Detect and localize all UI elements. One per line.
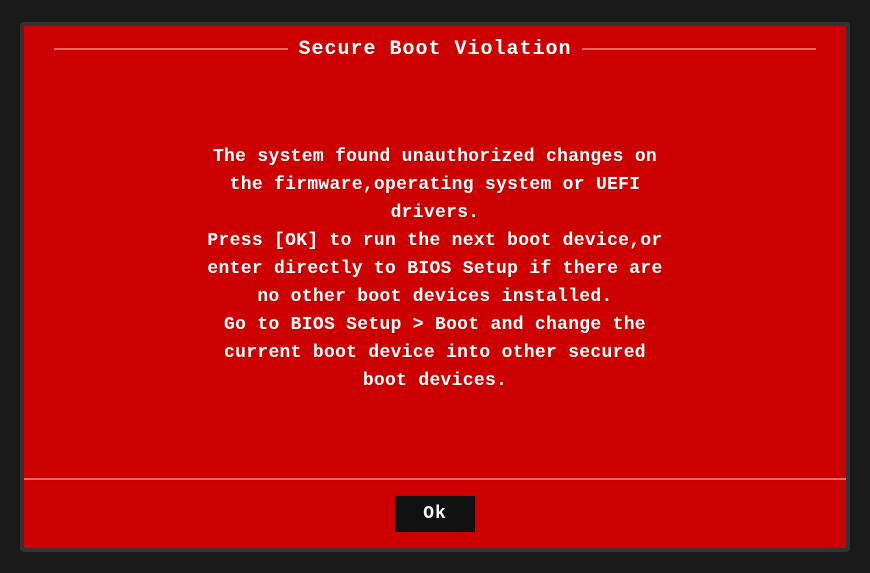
message-line5: enter directly to BIOS Setup if there ar… [207,259,662,279]
message-line2: the firmware,operating system or UEFI [230,175,641,195]
message-body: The system found unauthorized changes on… [207,144,662,395]
ok-button[interactable]: Ok [395,496,475,532]
window-title: Secure Boot Violation [298,38,571,61]
message-line7: Go to BIOS Setup > Boot and change the [224,315,646,335]
message-line6: no other boot devices installed. [257,287,612,307]
main-content: The system found unauthorized changes on… [24,73,846,478]
message-line8: current boot device into other secured [224,343,646,363]
message-line9: boot devices. [363,371,507,391]
message-line4: Press [OK] to run the next boot device,o… [207,231,662,251]
message-line1: The system found unauthorized changes on [213,147,657,167]
message-line3: drivers. [391,203,480,223]
screen-container: Secure Boot Violation The system found u… [20,22,850,552]
title-bar: Secure Boot Violation [24,26,846,73]
footer-bar: Ok [24,478,846,548]
